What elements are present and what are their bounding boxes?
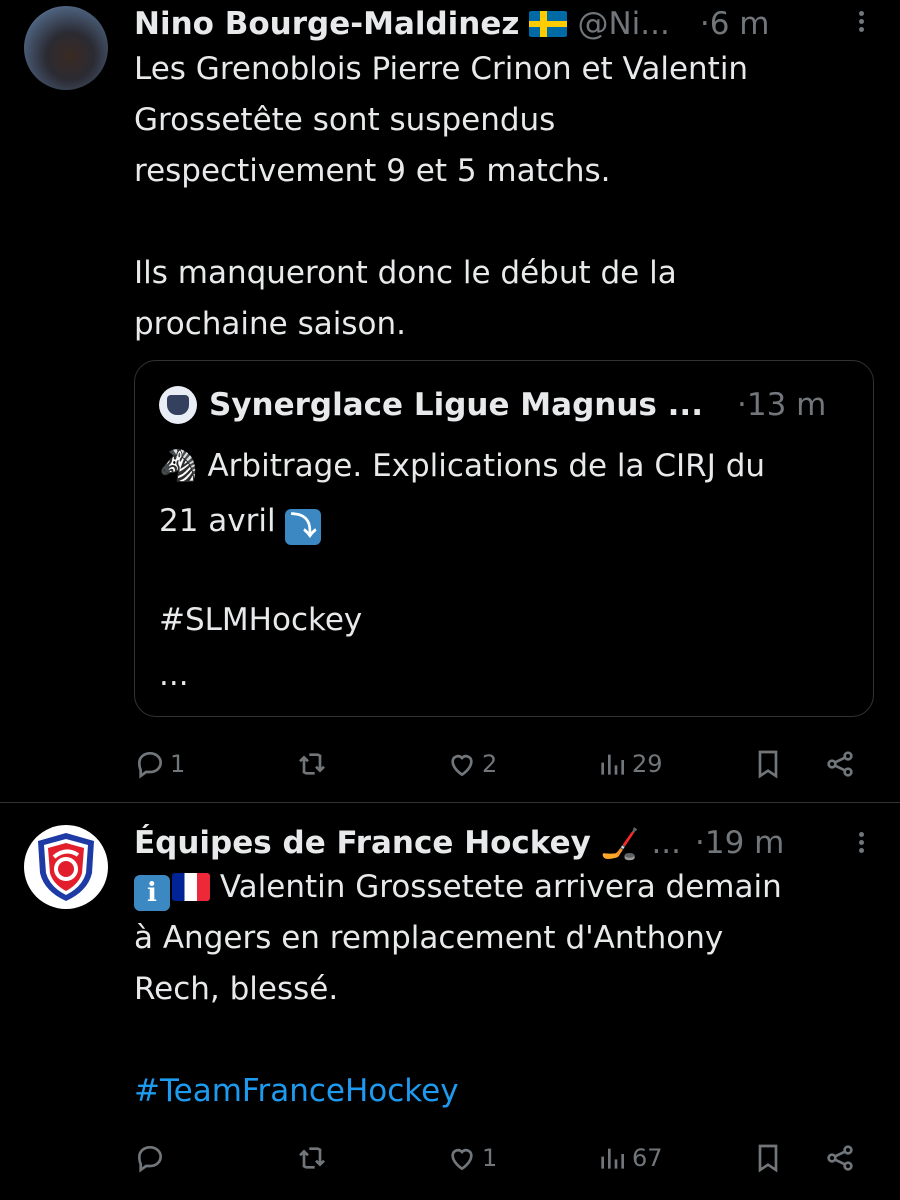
share-icon [827, 1145, 853, 1171]
tweet-text: Les Grenoblois Pierre Crinon et Valentin… [134, 44, 874, 350]
bookmark-icon [758, 750, 778, 779]
like-icon [451, 1148, 473, 1171]
author-name[interactable]: Équipes de France Hockey [134, 825, 591, 861]
quoted-avatar [159, 386, 197, 424]
quoted-hashtag: #SLMHockey [159, 602, 363, 638]
team-logo-icon [38, 833, 94, 901]
retweet-icon [299, 753, 325, 775]
quoted-text-line: Arbitrage. Explications de la CIRJ du [207, 448, 766, 484]
tweet-text-line: respectivement 9 et 5 matchs. [134, 153, 611, 189]
action-bar: 1 67 [134, 1138, 864, 1178]
hockey-stick-icon: 🏒 [600, 825, 640, 862]
like-button[interactable]: 1 [446, 1138, 497, 1178]
share-button[interactable] [824, 744, 856, 784]
quoted-tweet-header: Synerglace Ligue Magnus ... · 13 m [159, 385, 847, 425]
arrow-down-icon: ⤵ [285, 509, 322, 545]
tweet-text: i Valentin Grossetete arrivera demain à … [134, 862, 874, 1117]
retweet-button[interactable] [296, 744, 328, 784]
info-icon: i [134, 875, 170, 911]
views-count: 29 [632, 750, 663, 778]
reply-count: 1 [170, 750, 186, 778]
bookmark-icon [758, 1144, 778, 1173]
quoted-timestamp: 13 m [746, 387, 827, 423]
like-icon [451, 754, 473, 777]
france-flag-icon [172, 873, 210, 901]
separator-dot: · [699, 6, 710, 42]
timestamp[interactable]: 6 m [710, 6, 770, 42]
hashtag-link[interactable]: #TeamFranceHockey [134, 1066, 874, 1117]
action-bar: 1 2 29 [134, 744, 864, 784]
reply-button[interactable]: 1 [134, 744, 185, 784]
tweet-text-line: Ils manqueront donc le début de la [134, 255, 677, 291]
reply-icon [137, 1145, 163, 1173]
views-icon [601, 754, 624, 775]
sweden-flag-icon [529, 11, 568, 37]
timestamp[interactable]: 19 m [705, 825, 785, 861]
like-count: 1 [482, 1144, 498, 1172]
reply-icon [137, 751, 163, 779]
author-handle[interactable]: ... [651, 825, 681, 861]
share-icon [827, 751, 853, 777]
quoted-text: 🦓 Arbitrage. Explications de la CIRJ du … [159, 439, 859, 703]
avatar[interactable] [24, 6, 108, 90]
like-button[interactable]: 2 [446, 744, 497, 784]
more-icon[interactable] [859, 829, 864, 856]
tweet-header: Équipes de France Hockey 🏒 ... · 19 m [134, 823, 864, 863]
views-button[interactable]: 29 [596, 744, 663, 784]
tweet-text-line: prochaine saison. [134, 306, 406, 342]
author-name[interactable]: Nino Bourge-Maldinez [134, 6, 519, 42]
tweet-text-line: Grossetête sont suspendus [134, 102, 556, 138]
tweet-header: Nino Bourge-Maldinez @Ni... · 6 m [134, 4, 864, 44]
author-handle[interactable]: @Ni... [577, 6, 669, 42]
separator-dot: · [736, 387, 747, 423]
retweet-icon [299, 1147, 325, 1169]
views-button[interactable]: 67 [596, 1138, 663, 1178]
tweet-text-line: Rech, blessé. [134, 971, 339, 1007]
bookmark-button[interactable] [752, 744, 784, 784]
tweet[interactable]: Nino Bourge-Maldinez @Ni... · 6 m Les Gr… [0, 0, 900, 802]
bookmark-button[interactable] [752, 1138, 784, 1178]
more-icon[interactable] [859, 8, 864, 35]
views-icon [601, 1148, 624, 1169]
reply-button[interactable] [134, 1138, 166, 1178]
tweet-text-line: à Angers en remplacement d'Anthony [134, 920, 724, 956]
quoted-ellipsis: ... [159, 657, 189, 693]
tweet-text-line: Les Grenoblois Pierre Crinon et Valentin [134, 51, 749, 87]
tweet-text-line: Valentin Grossetete arrivera demain [219, 869, 782, 905]
zebra-icon: 🦓 [159, 448, 198, 484]
quoted-text-line: 21 avril [159, 503, 276, 539]
share-button[interactable] [824, 1138, 856, 1178]
quoted-author-name: Synerglace Ligue Magnus ... [209, 387, 703, 423]
separator-dot: · [695, 825, 705, 861]
retweet-button[interactable] [296, 1138, 328, 1178]
views-count: 67 [632, 1144, 663, 1172]
quoted-tweet[interactable]: Synerglace Ligue Magnus ... · 13 m 🦓 Arb… [134, 360, 874, 717]
like-count: 2 [482, 750, 498, 778]
avatar[interactable] [24, 825, 108, 909]
